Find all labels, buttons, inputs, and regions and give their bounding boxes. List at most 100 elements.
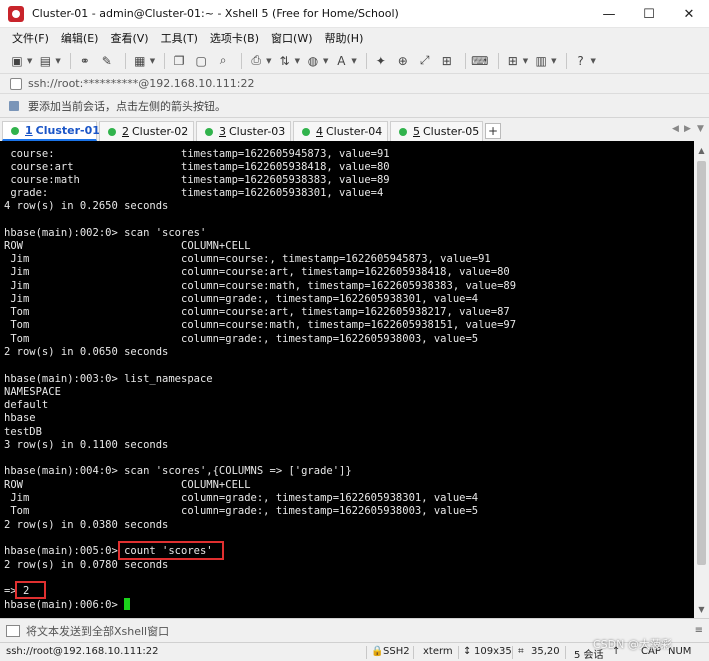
tab-cluster-02[interactable]: 2 Cluster-02 [99, 121, 194, 141]
terminal-line: testDB [4, 426, 42, 438]
menu-tab[interactable]: 选项卡(B) [210, 30, 259, 46]
scroll-up-icon[interactable]: ▲ [694, 143, 709, 157]
add-tab-button[interactable]: + [485, 123, 501, 139]
session-file-icon [10, 77, 22, 90]
lock-icon[interactable]: ⊕ [394, 52, 412, 70]
tab-number: 1 [25, 124, 33, 137]
pencil-icon[interactable]: ✎ [98, 52, 116, 70]
highlight-count-command [118, 541, 224, 560]
chevron-down-icon[interactable]: ▼ [551, 57, 556, 65]
connected-status-icon [108, 127, 116, 136]
status-lock-icon: 🔒 [371, 646, 384, 657]
tab-number: 2 [122, 125, 129, 138]
status-size-icon: ↕ [463, 646, 472, 657]
tab-cluster-04[interactable]: 4 Cluster-04 [293, 121, 388, 141]
terminal-line: hbase [4, 412, 36, 424]
keyboard-icon[interactable]: ⌨ [471, 52, 489, 70]
tab-number: 4 [316, 125, 323, 138]
highlight-count-result [15, 581, 46, 599]
menu-file[interactable]: 文件(F) [12, 30, 49, 46]
help-icon[interactable]: ? [572, 52, 590, 70]
menu-window[interactable]: 窗口(W) [271, 30, 312, 46]
chevron-down-icon[interactable]: ▼ [266, 57, 271, 65]
session-bookmark-icon[interactable] [8, 99, 22, 113]
terminal-line: course: timestamp=1622605945873, value=9… [4, 148, 390, 160]
tab-number: 5 [413, 125, 420, 138]
tab-list-icon[interactable]: ▼ [697, 124, 704, 134]
status-separator [512, 646, 513, 659]
terminal-line: Tom column=grade:, timestamp=16226059380… [4, 333, 479, 345]
scroll-down-icon[interactable]: ▼ [694, 602, 709, 616]
chevron-down-icon[interactable]: ▼ [150, 57, 155, 65]
connected-status-icon [11, 126, 19, 135]
minimize-button[interactable]: — [589, 0, 629, 28]
title-bar: Cluster-01 - admin@Cluster-01:~ - Xshell… [0, 0, 709, 28]
copy-icon[interactable]: ❐ [170, 52, 188, 70]
terminal-line: Tom column=grade:, timestamp=16226059380… [4, 505, 479, 517]
compose-window-icon[interactable] [6, 624, 20, 637]
menu-view[interactable]: 查看(V) [110, 30, 148, 46]
chevron-down-icon[interactable]: ▼ [295, 57, 300, 65]
terminal-line: Jim column=course:math, timestamp=162260… [4, 280, 517, 292]
terminal-line: 2 row(s) in 0.0780 seconds [4, 559, 169, 571]
tab-cluster-05[interactable]: 5 Cluster-05 [390, 121, 483, 141]
chevron-down-icon[interactable]: ▼ [523, 57, 528, 65]
menu-bar: 文件(F) 编辑(E) 查看(V) 工具(T) 选项卡(B) 窗口(W) 帮助(… [0, 28, 709, 48]
terminal-line: 3 row(s) in 0.1100 seconds [4, 439, 169, 451]
tunnel-icon[interactable]: ⊞ [438, 52, 456, 70]
terminal-scrollbar[interactable]: ▲ ▼ [694, 141, 709, 618]
terminal-line: 2 row(s) in 0.0650 seconds [4, 346, 169, 358]
script-icon[interactable]: ✦ [372, 52, 390, 70]
layout-icon[interactable]: ▥ [532, 52, 550, 70]
properties-icon[interactable]: ▦ [131, 52, 149, 70]
terminal-line: hbase(main):003:0> list_namespace [4, 373, 213, 385]
tab-cluster-03[interactable]: 3 Cluster-03 [196, 121, 291, 141]
terminal-line: Tom column=course:art, timestamp=1622605… [4, 306, 510, 318]
address-text[interactable]: ssh://root:**********@192.168.10.111:22 [28, 77, 255, 90]
terminal-line: 2 row(s) in 0.0380 seconds [4, 519, 169, 531]
close-button[interactable]: ✕ [669, 0, 709, 28]
compose-placeholder[interactable]: 将文本发送到全部Xshell窗口 [26, 623, 169, 639]
menu-help[interactable]: 帮助(H) [325, 30, 364, 46]
chevron-down-icon[interactable]: ▼ [323, 57, 328, 65]
fullscreen-icon[interactable]: ⤢ [416, 52, 434, 70]
terminal[interactable]: course: timestamp=1622605945873, value=9… [0, 141, 694, 618]
open-folder-icon[interactable]: ▤ [36, 52, 54, 70]
new-session-icon[interactable]: ▣ [8, 52, 26, 70]
print-icon[interactable]: ⎙ [247, 52, 265, 70]
link-icon[interactable]: ⚭ [76, 52, 94, 70]
status-protocol: SSH2 [383, 646, 410, 657]
toolbar-separator [464, 52, 466, 69]
menu-tools[interactable]: 工具(T) [161, 30, 198, 46]
chevron-down-icon[interactable]: ▼ [591, 57, 596, 65]
tab-cluster-01[interactable]: 1 Cluster-01 [2, 121, 100, 141]
status-size: 109x35 [474, 646, 512, 657]
tab-prev-icon[interactable]: ◀ [672, 124, 679, 134]
terminal-cursor [124, 598, 130, 610]
menu-edit[interactable]: 编辑(E) [61, 30, 99, 46]
tab-next-icon[interactable]: ▶ [684, 124, 691, 134]
tab-label: Cluster-02 [132, 125, 189, 138]
font-icon[interactable]: A [332, 52, 350, 70]
terminal-line: hbase(main):002:0> scan 'scores' [4, 227, 207, 239]
globe-icon[interactable]: ◍ [304, 52, 322, 70]
chevron-down-icon[interactable]: ▼ [27, 57, 32, 65]
paste-icon[interactable]: ▢ [192, 52, 210, 70]
chevron-down-icon[interactable]: ▼ [55, 57, 60, 65]
maximize-button[interactable]: ☐ [629, 0, 669, 28]
status-separator [366, 646, 367, 659]
terminal-line: 4 row(s) in 0.2650 seconds [4, 200, 169, 212]
status-separator [458, 646, 459, 659]
terminal-line: NAMESPACE [4, 386, 61, 398]
connected-status-icon [205, 127, 213, 136]
terminal-line: Jim column=course:, timestamp=1622605945… [4, 253, 491, 265]
scrollbar-thumb[interactable] [697, 161, 706, 565]
search-icon[interactable]: ⌕ [214, 52, 232, 70]
terminal-line: ROW COLUMN+CELL [4, 240, 251, 252]
address-bar[interactable]: ssh://root:**********@192.168.10.111:22 [0, 74, 709, 93]
add-icon[interactable]: ⊞ [504, 52, 522, 70]
terminal-line: Jim column=grade:, timestamp=16226059383… [4, 492, 479, 504]
transfer-icon[interactable]: ⇅ [276, 52, 294, 70]
compose-menu-icon[interactable]: ≡ [695, 625, 703, 636]
chevron-down-icon[interactable]: ▼ [351, 57, 356, 65]
